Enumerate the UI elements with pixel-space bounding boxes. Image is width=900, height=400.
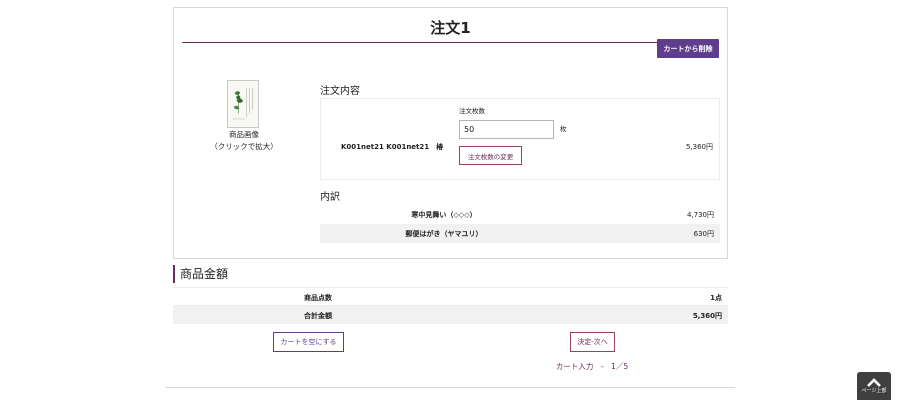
image-caption-hint: （クリックで拡大） <box>210 142 278 151</box>
change-quantity-button[interactable]: 注文枚数の変更 <box>459 146 522 165</box>
quantity-label: 注文枚数 <box>459 107 485 115</box>
image-caption-title: 商品画像 <box>229 130 259 139</box>
step-indicator: カート入力 - 1／5 <box>555 362 629 371</box>
remove-from-cart-button[interactable]: カートから削除 <box>657 39 719 58</box>
summary-total-label: 合計金額 <box>304 312 332 320</box>
breakdown-item-name: 寒中見舞い（◇◇◇） <box>411 211 477 219</box>
footer-divider <box>166 387 735 388</box>
quantity-input[interactable] <box>459 120 554 139</box>
summary-heading: 商品金額 <box>173 265 323 283</box>
product-name: K001net21 K001net21 椿 <box>341 143 444 151</box>
order-card: 注文1 カートから削除 商品画像 （クリックで拡大） 注文内容 注文枚数 K00… <box>173 7 728 259</box>
line-price: 5,360円 <box>685 143 713 151</box>
breakdown-row: 寒中見舞い（◇◇◇） 4,730円 <box>320 205 720 224</box>
breakdown-heading: 内訳 <box>320 192 340 203</box>
page-top-label: ページ上部 <box>861 388 887 394</box>
image-caption: 商品画像 （クリックで拡大） <box>194 129 294 153</box>
order-title: 注文1 <box>182 17 719 43</box>
breakdown-item-name: 郵便はがき（ヤマユリ） <box>405 230 483 238</box>
breakdown-item-price: 4,730円 <box>686 211 714 219</box>
next-button[interactable]: 決定-次へ <box>570 332 615 352</box>
breakdown-item-price: 630円 <box>693 230 714 238</box>
summary-row: 合計金額 5,360円 <box>173 305 728 324</box>
order-contents-box: 注文枚数 K001net21 K001net21 椿 枚 注文枚数の変更 5,3… <box>320 98 720 180</box>
summary-item-count-label: 商品点数 <box>304 294 332 302</box>
breakdown-row: 郵便はがき（ヤマユリ） 630円 <box>320 224 720 243</box>
product-thumbnail-graphic <box>228 81 258 127</box>
page-top-button[interactable]: ページ上部 <box>857 372 891 400</box>
summary-item-count-value: 1点 <box>710 294 722 302</box>
summary-total-value: 5,360円 <box>692 312 722 320</box>
quantity-unit: 枚 <box>560 125 567 133</box>
summary-row: 商品点数 1点 <box>173 287 728 306</box>
chevron-up-icon <box>867 378 881 387</box>
order-contents-heading: 注文内容 <box>320 86 360 97</box>
product-image[interactable] <box>227 80 259 128</box>
empty-cart-button[interactable]: カートを空にする <box>273 332 344 352</box>
